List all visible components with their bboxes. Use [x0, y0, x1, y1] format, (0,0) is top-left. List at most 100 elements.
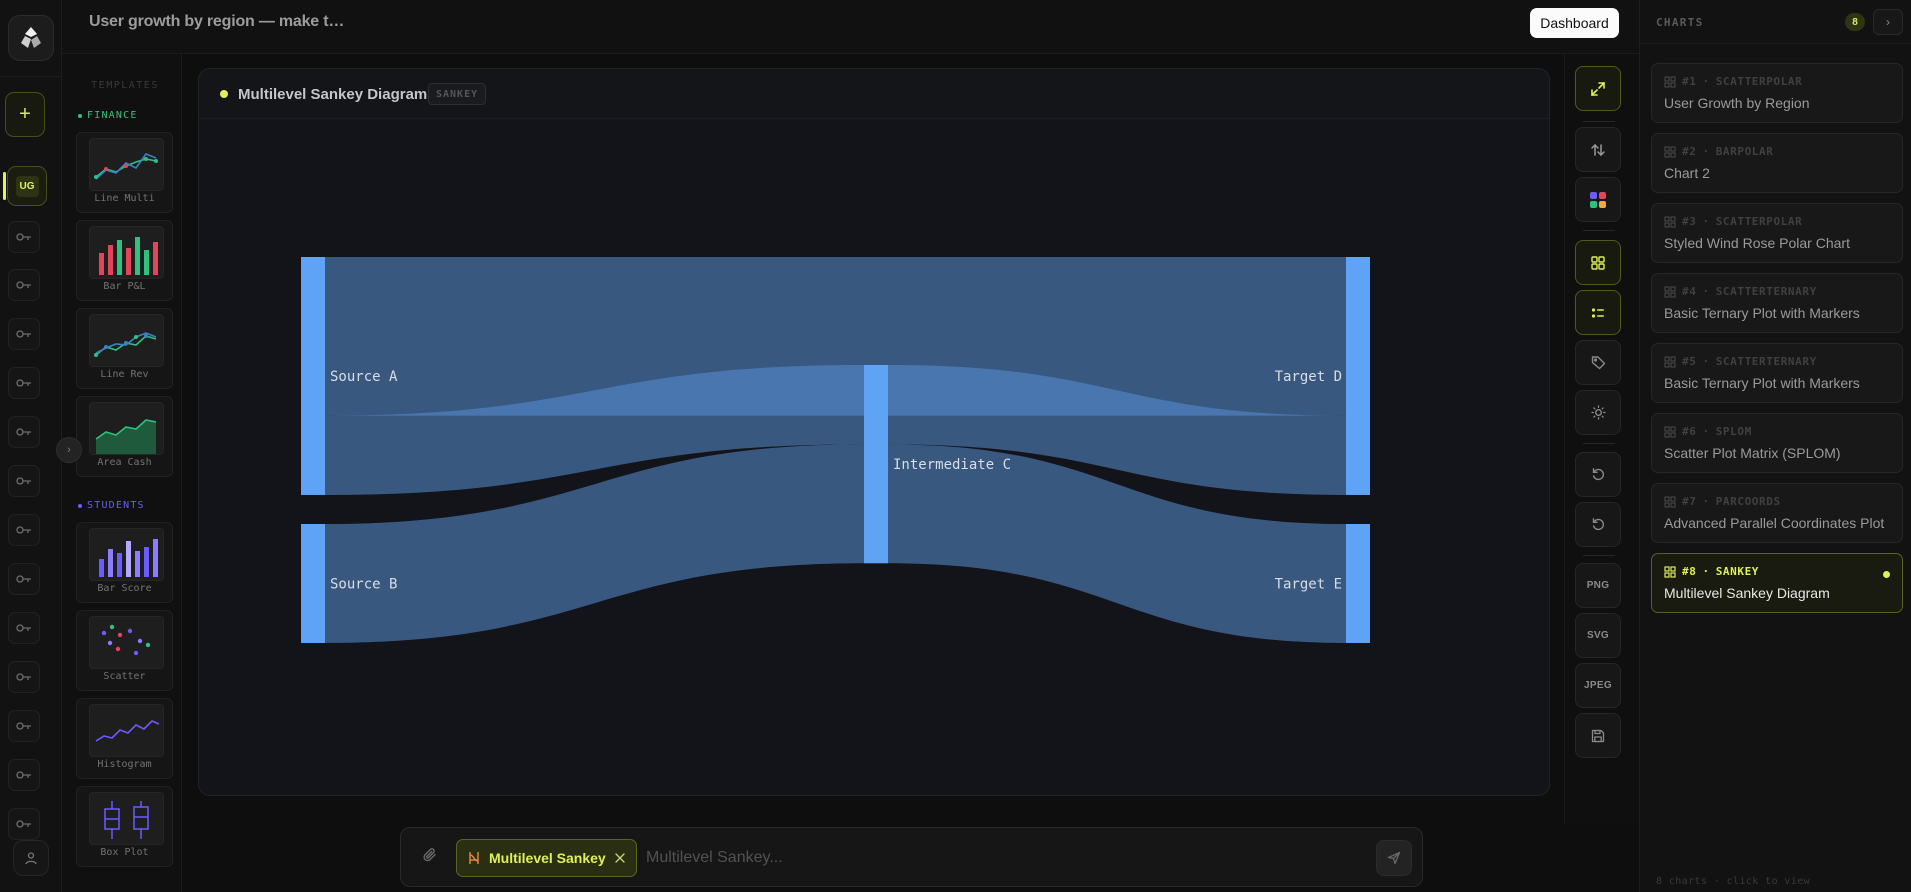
key-icon — [16, 477, 31, 485]
separator: · — [1702, 495, 1710, 508]
chart-type-badge: SANKEY — [428, 83, 487, 105]
expand-button[interactable] — [1575, 66, 1621, 111]
rail-chart-item[interactable] — [8, 514, 40, 546]
key-icon — [16, 233, 31, 241]
conversation-title[interactable]: User growth by region — make t… — [89, 13, 344, 31]
chip-label: Multilevel Sankey — [489, 850, 606, 866]
sankey-node[interactable] — [301, 524, 325, 643]
template-area-cash[interactable]: Area Cash — [76, 396, 173, 477]
chart-item-title: Basic Ternary Plot with Markers — [1664, 375, 1860, 391]
prompt-composer: Multilevel Sankey — [400, 827, 1423, 887]
user-button[interactable] — [13, 840, 49, 876]
template-line-rev[interactable]: Line Rev — [76, 308, 173, 389]
attach-button[interactable] — [421, 846, 439, 869]
chart-item-meta: #6 · SPLOM — [1664, 425, 1752, 438]
redo-icon — [1592, 518, 1604, 531]
rail-chart-item[interactable] — [8, 318, 40, 350]
labels-button[interactable] — [1575, 340, 1621, 385]
send-button[interactable] — [1376, 840, 1412, 876]
template-bar-pl[interactable]: Bar P&L — [76, 220, 173, 301]
chart-item-meta: #4 · SCATTERTERNARY — [1664, 285, 1817, 298]
chart-list-item[interactable]: #5 · SCATTERTERNARY Basic Ternary Plot with… — [1651, 343, 1903, 403]
grid-icon — [1664, 75, 1676, 88]
rail-chart-item[interactable] — [8, 710, 40, 742]
chart-list-item[interactable]: #6 · SPLOM Scatter Plot Matrix (SPLOM) — [1651, 413, 1903, 473]
sankey-node[interactable] — [301, 257, 325, 495]
dashboard-button[interactable]: Dashboard — [1530, 8, 1619, 38]
redo-button[interactable] — [1575, 502, 1621, 547]
list-icon — [1591, 307, 1604, 318]
grid-icon — [1664, 285, 1676, 298]
prompt-input[interactable] — [646, 840, 1346, 876]
rail-chart-item[interactable] — [8, 808, 40, 840]
sun-icon — [1590, 405, 1606, 420]
close-icon[interactable] — [614, 852, 626, 864]
rail-chart-item[interactable] — [8, 612, 40, 644]
template-bar-score[interactable]: Bar Score — [76, 522, 173, 603]
category-label: FINANCE — [87, 110, 138, 121]
status-dot — [220, 90, 228, 98]
collapse-templates-button[interactable]: › — [56, 437, 82, 463]
save-button[interactable] — [1575, 713, 1621, 758]
grid-icon — [1664, 495, 1676, 508]
chart-item-type: PARCOORDS — [1715, 495, 1781, 508]
template-thumbnail — [89, 704, 164, 757]
chart-list-item[interactable]: #1 · SCATTERPOLAR User Growth by Region — [1651, 63, 1903, 123]
rail-chart-item[interactable] — [8, 221, 40, 253]
list-view-button[interactable] — [1575, 290, 1621, 335]
template-line-multi[interactable]: Line Multi — [76, 132, 173, 213]
sankey-node[interactable] — [1346, 524, 1370, 643]
separator: · — [1702, 75, 1710, 88]
selected-template-chip[interactable]: Multilevel Sankey — [456, 839, 637, 877]
chart-item-number: #6 — [1682, 425, 1697, 438]
template-label: Box Plot — [100, 847, 149, 858]
rail-chart-item[interactable] — [8, 563, 40, 595]
chart-item-meta: #1 · SCATTERPOLAR — [1664, 75, 1802, 88]
rail-chart-item[interactable] — [8, 465, 40, 497]
separator: · — [1702, 425, 1710, 438]
chart-list-item[interactable]: #7 · PARCOORDS Advanced Parallel Coordinate… — [1651, 483, 1903, 543]
charts-panel-header: CHARTS 8 › — [1640, 0, 1911, 44]
app-logo-icon[interactable] — [8, 15, 54, 61]
template-histogram[interactable]: Histogram — [76, 698, 173, 779]
rail-chart-item[interactable] — [8, 367, 40, 399]
new-chart-button[interactable]: + — [5, 92, 45, 137]
template-scatter[interactable]: Scatter — [76, 610, 173, 691]
rail-chart-item[interactable] — [8, 416, 40, 448]
charts-panel-footer: 8 charts · click to view — [1656, 876, 1811, 887]
rail-chart-item[interactable] — [8, 661, 40, 693]
rail-chart-item[interactable] — [8, 759, 40, 791]
swap-axes-button[interactable] — [1575, 127, 1621, 172]
user-icon — [25, 852, 37, 865]
toolbar-divider — [1583, 555, 1615, 556]
chart-item-type: SPLOM — [1715, 425, 1752, 438]
export-jpeg-button[interactable]: JPEG — [1575, 663, 1621, 708]
sankey-node[interactable] — [864, 365, 888, 564]
undo-button[interactable] — [1575, 452, 1621, 497]
chart-list-item[interactable]: #2 · BARPOLAR Chart 2 — [1651, 133, 1903, 193]
palette-button[interactable] — [1575, 177, 1621, 222]
chart-item-meta: #3 · SCATTERPOLAR — [1664, 215, 1802, 228]
chart-toolbar: PNG SVG JPEG — [1564, 54, 1639, 824]
category-label: STUDENTS — [87, 500, 145, 511]
sankey-node-label: Source B — [330, 576, 397, 592]
sankey-chip-icon — [469, 852, 479, 864]
chart-item-title: Scatter Plot Matrix (SPLOM) — [1664, 445, 1841, 461]
active-indicator — [3, 172, 6, 200]
chart-list-item[interactable]: #3 · SCATTERPOLAR Styled Wind Rose Polar Ch… — [1651, 203, 1903, 263]
chart-list-item[interactable]: #4 · SCATTERTERNARY Basic Ternary Plot with… — [1651, 273, 1903, 333]
panel-collapse-button[interactable]: › — [1873, 9, 1903, 35]
chart-list-item[interactable]: #8 · SANKEY Multilevel Sankey Diagram — [1651, 553, 1903, 613]
rail-chart-item[interactable] — [8, 269, 40, 301]
export-svg-button[interactable]: SVG — [1575, 613, 1621, 658]
sankey-node[interactable] — [1346, 257, 1370, 495]
template-box-plot[interactable]: Box Plot — [76, 786, 173, 867]
sankey-chart[interactable]: Source A Source B Intermediate C Target D Ta… — [199, 120, 1550, 796]
theme-toggle-button[interactable] — [1575, 390, 1621, 435]
chart-item-meta: #8 · SANKEY — [1664, 565, 1759, 578]
sankey-node-label: Source A — [330, 369, 398, 385]
export-png-button[interactable]: PNG — [1575, 563, 1621, 608]
rail-item-user-growth[interactable]: UG — [7, 166, 47, 206]
grid-view-button[interactable] — [1575, 240, 1621, 285]
plus-icon: + — [19, 103, 31, 125]
